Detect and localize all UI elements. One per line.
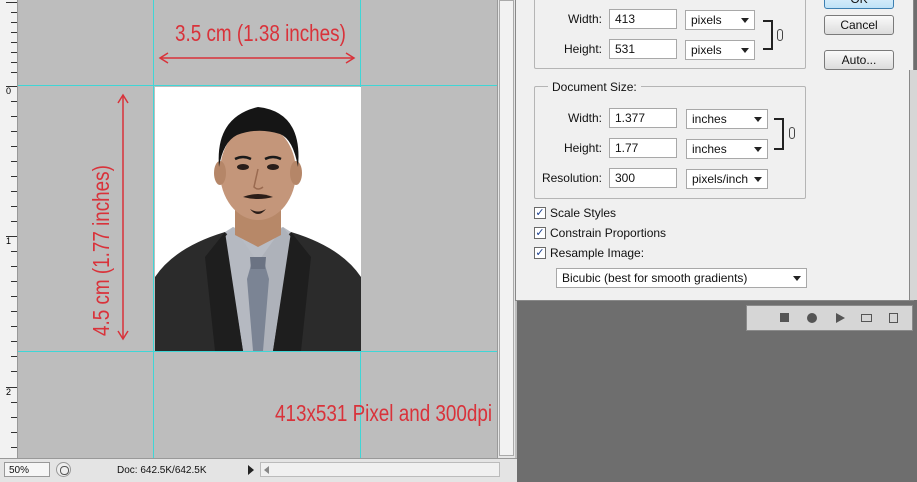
ruler-label-2: 2 <box>6 387 12 397</box>
constrain-proportions-label: Constrain Proportions <box>550 226 667 240</box>
scroll-left-icon[interactable] <box>264 466 269 474</box>
chain-link-icon <box>789 127 795 139</box>
guide-horizontal[interactable] <box>18 351 497 352</box>
width-annotation-text: 3.5 cm (1.38 inches) <box>175 20 346 46</box>
ruler-label-1: 1 <box>6 236 12 246</box>
scale-styles-checkbox[interactable]: ✓ <box>534 207 546 219</box>
actions-panel-footer <box>746 305 913 331</box>
guide-vertical[interactable] <box>153 0 154 458</box>
doc-width-value: 1.377 <box>615 111 646 125</box>
doc-height-label: Height: <box>563 141 602 155</box>
pixel-width-label: Width: <box>567 12 602 26</box>
ok-button[interactable]: OK <box>824 0 894 9</box>
pixel-annotation-text: 413x531 Pixel and 300dpi <box>275 400 493 426</box>
resolution-unit-value: pixels/inch <box>692 172 749 186</box>
doc-link-bracket <box>774 118 784 150</box>
ok-button-label: OK <box>850 0 867 6</box>
chevron-down-icon <box>754 177 762 182</box>
pixel-height-input[interactable]: 531 <box>609 39 677 59</box>
doc-width-unit-value: inches <box>692 112 727 126</box>
resolution-label: Resolution: <box>541 171 602 185</box>
document-size-title: Document Size: <box>548 80 641 94</box>
folder-icon[interactable] <box>861 314 872 322</box>
pixel-height-value: 531 <box>615 42 636 56</box>
document-canvas[interactable]: 3.5 cm (1.38 inches) 4.5 cm (1.77 inches… <box>18 0 497 458</box>
zoom-level-field[interactable]: 50% <box>4 462 50 477</box>
cancel-button-label: Cancel <box>840 18 878 32</box>
width-arrow <box>158 52 356 64</box>
doc-height-input[interactable]: 1.77 <box>609 138 677 158</box>
resample-image-label: Resample Image: <box>550 246 645 260</box>
stop-icon[interactable] <box>780 313 789 322</box>
horizontal-scrollbar[interactable] <box>260 462 500 477</box>
chain-link-icon <box>777 29 783 41</box>
resample-method-value: Bicubic (best for smooth gradients) <box>562 271 748 285</box>
doc-width-label: Width: <box>567 111 602 125</box>
pixel-width-input[interactable]: 413 <box>609 9 677 29</box>
pixel-width-value: 413 <box>615 12 636 26</box>
vertical-ruler: 0 1 2 <box>0 0 18 458</box>
portrait-image <box>155 87 361 351</box>
scale-styles-label: Scale Styles <box>550 206 617 220</box>
auto-button[interactable]: Auto... <box>824 50 894 70</box>
new-action-icon[interactable] <box>889 313 898 323</box>
constrain-proportions-checkbox[interactable]: ✓ <box>534 227 546 239</box>
chevron-down-icon <box>741 48 749 53</box>
chevron-down-icon <box>741 18 749 23</box>
resolution-input[interactable]: 300 <box>609 168 677 188</box>
passport-photo <box>155 87 361 351</box>
canvas-window: 0 1 2 3.5 cm (1.38 inches) 4.5 cm (1.77 … <box>0 0 517 482</box>
doc-info-text: Doc: 642.5K/642.5K <box>117 465 207 476</box>
resolution-unit-select[interactable]: pixels/inch <box>686 169 768 189</box>
doc-height-value: 1.77 <box>615 141 639 155</box>
chevron-down-icon <box>754 117 762 122</box>
doc-height-unit-select[interactable]: inches <box>686 139 768 159</box>
ruler-label-0: 0 <box>6 86 12 96</box>
cancel-button[interactable]: Cancel <box>824 15 894 35</box>
record-icon[interactable] <box>807 313 817 323</box>
doc-width-input[interactable]: 1.377 <box>609 108 677 128</box>
doc-width-unit-select[interactable]: inches <box>686 109 768 129</box>
pixel-width-unit-value: pixels <box>691 13 722 27</box>
height-arrow <box>117 93 129 341</box>
chevron-down-icon <box>793 276 801 281</box>
auto-button-label: Auto... <box>841 53 877 67</box>
status-menu-arrow-icon[interactable] <box>248 465 254 475</box>
status-info-icon[interactable] <box>56 462 71 477</box>
doc-height-unit-value: inches <box>692 142 727 156</box>
resample-method-select[interactable]: Bicubic (best for smooth gradients) <box>556 268 807 288</box>
height-annotation-text: 4.5 cm (1.77 inches) <box>88 165 114 336</box>
zoom-level-value: 50% <box>9 465 30 476</box>
status-bar: 50% Doc: 642.5K/642.5K <box>0 458 517 482</box>
chevron-down-icon <box>754 147 762 152</box>
play-icon[interactable] <box>836 313 845 323</box>
resample-image-checkbox[interactable]: ✓ <box>534 247 546 259</box>
document-size-info: Doc: 642.5K/642.5K <box>76 462 244 477</box>
pixel-height-unit-value: pixels <box>691 43 722 57</box>
vertical-scrollbar-thumb[interactable] <box>499 0 514 456</box>
side-panel-edge <box>909 70 917 300</box>
pixel-width-unit-select[interactable]: pixels <box>685 10 755 30</box>
pixel-height-unit-select[interactable]: pixels <box>685 40 755 60</box>
pixel-link-bracket <box>763 20 773 50</box>
pixel-height-label: Height: <box>563 42 602 56</box>
image-size-dialog: Width: 413 pixels Height: 531 pixels Doc… <box>515 0 914 301</box>
resolution-value: 300 <box>615 171 636 185</box>
